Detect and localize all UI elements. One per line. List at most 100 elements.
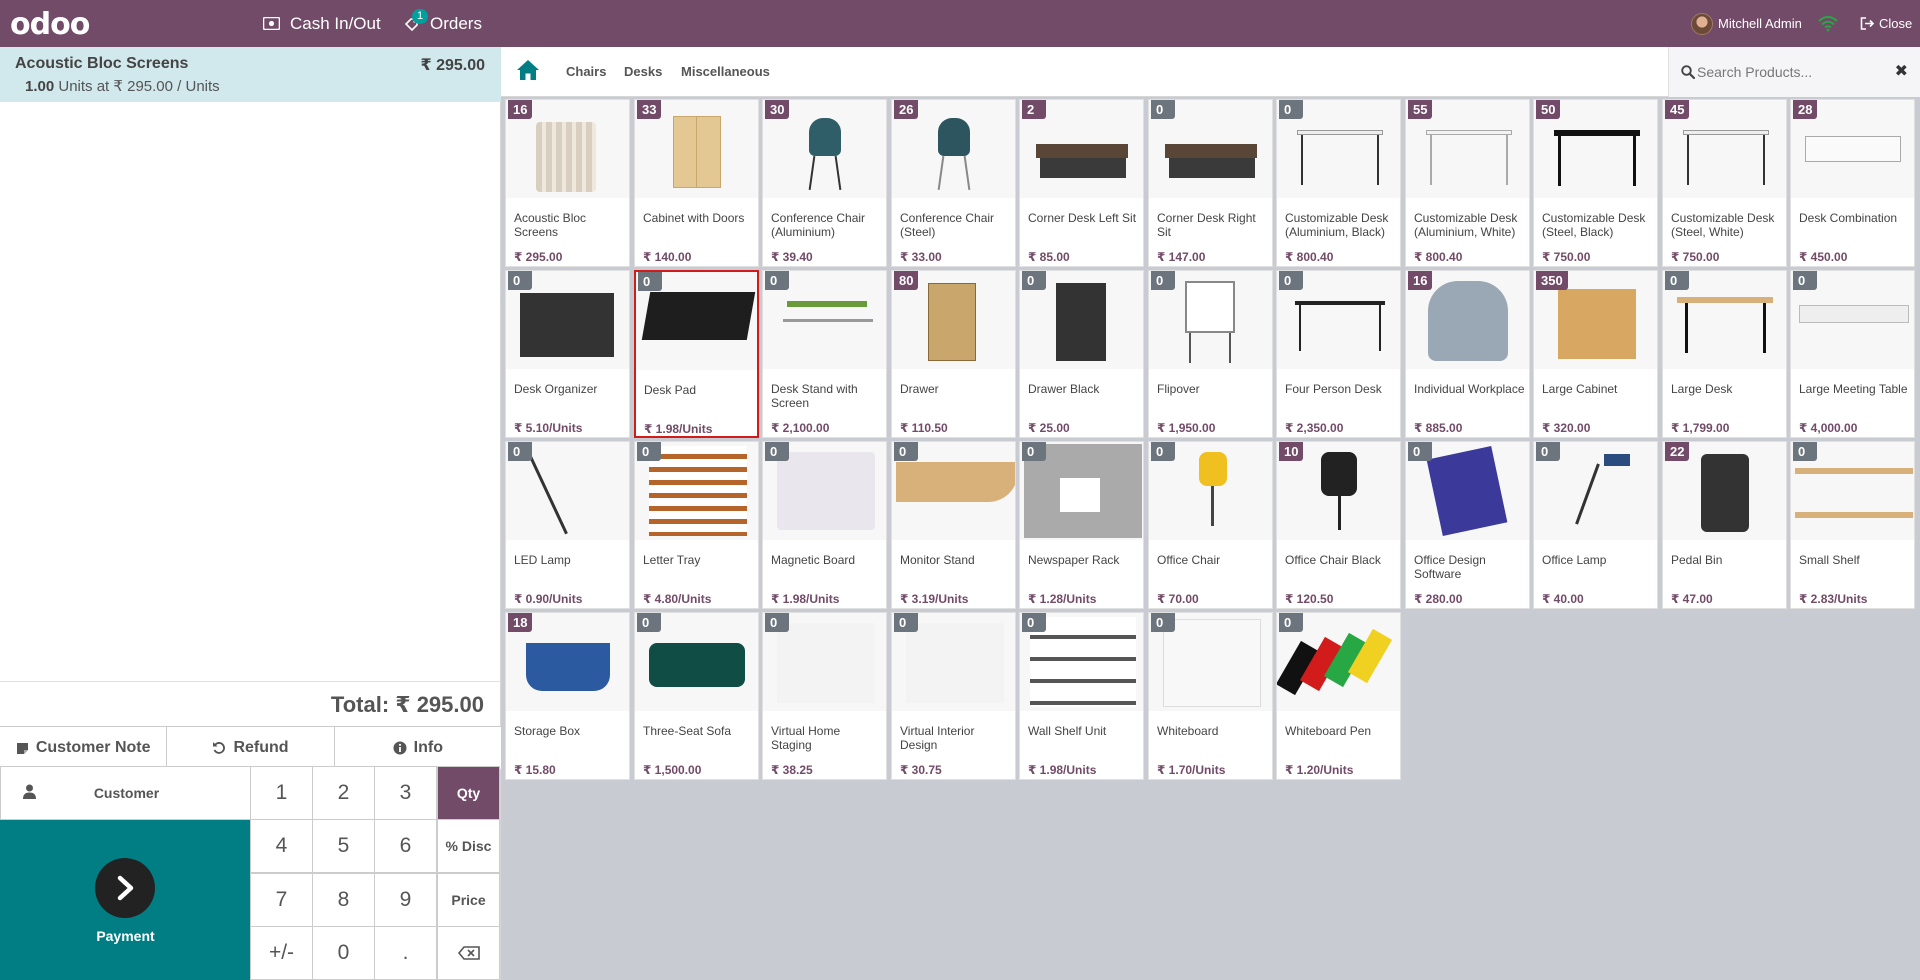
numpad-key-2[interactable]: 2 bbox=[312, 766, 375, 820]
refund-button[interactable]: Refund bbox=[167, 727, 335, 769]
product-stock-badge: 0 bbox=[765, 271, 789, 290]
payment-button[interactable]: Payment bbox=[0, 820, 251, 980]
product-card[interactable]: 22 Pedal Bin ₹ 47.00 bbox=[1662, 441, 1787, 609]
order-line[interactable]: Acoustic Bloc Screens ₹ 295.00 1.00 Unit… bbox=[0, 47, 501, 102]
product-card[interactable]: 28 Desk Combination ₹ 450.00 bbox=[1790, 99, 1915, 267]
product-stock-badge: 0 bbox=[894, 613, 918, 632]
customer-note-button[interactable]: Customer Note bbox=[0, 727, 168, 769]
total-row: Total: ₹ 295.00 bbox=[0, 681, 501, 726]
numpad-key-decimal[interactable]: . bbox=[374, 926, 437, 980]
info-button[interactable]: Info bbox=[334, 727, 501, 769]
product-card[interactable]: 350 Large Cabinet ₹ 320.00 bbox=[1533, 270, 1658, 438]
numpad-mode-qty[interactable]: Qty bbox=[437, 766, 500, 820]
product-card[interactable]: 0 Desk Organizer ₹ 5.10/Units bbox=[505, 270, 630, 438]
product-price: ₹ 320.00 bbox=[1542, 421, 1591, 435]
search-icon bbox=[1681, 65, 1695, 79]
numpad-key-5[interactable]: 5 bbox=[312, 819, 375, 873]
product-price: ₹ 1.70/Units bbox=[1157, 763, 1226, 777]
product-card[interactable]: 0 Small Shelf ₹ 2.83/Units bbox=[1790, 441, 1915, 609]
product-stock-badge: 0 bbox=[1793, 271, 1817, 290]
close-button[interactable]: Close bbox=[1860, 0, 1912, 47]
product-card[interactable]: 0 Virtual Interior Design ₹ 30.75 bbox=[891, 612, 1016, 780]
product-stock-badge: 2 bbox=[1022, 100, 1046, 119]
numpad-key-0[interactable]: 0 bbox=[312, 926, 375, 980]
product-card[interactable]: 0 Drawer Black ₹ 25.00 bbox=[1019, 270, 1144, 438]
category-miscellaneous[interactable]: Miscellaneous bbox=[681, 64, 770, 79]
user-menu[interactable]: Mitchell Admin bbox=[1691, 0, 1802, 47]
product-card[interactable]: 16 Acoustic Bloc Screens ₹ 295.00 bbox=[505, 99, 630, 267]
numpad-key-9[interactable]: 9 bbox=[374, 873, 437, 927]
product-stock-badge: 0 bbox=[1022, 271, 1046, 290]
numpad-key-7[interactable]: 7 bbox=[250, 873, 313, 927]
numpad-mode-price[interactable]: Price bbox=[437, 873, 500, 927]
numpad-key-4[interactable]: 4 bbox=[250, 819, 313, 873]
numpad-mode-discount[interactable]: % Disc bbox=[437, 819, 500, 873]
product-card[interactable]: 0 Monitor Stand ₹ 3.19/Units bbox=[891, 441, 1016, 609]
product-card[interactable]: 0 Desk Pad ₹ 1.98/Units bbox=[634, 270, 759, 438]
product-card[interactable]: 0 Whiteboard ₹ 1.70/Units bbox=[1148, 612, 1273, 780]
product-name: Office Chair Black bbox=[1285, 553, 1381, 567]
customer-note-label: Customer Note bbox=[35, 739, 151, 756]
numpad-key-6[interactable]: 6 bbox=[374, 819, 437, 873]
product-card[interactable]: 0 Letter Tray ₹ 4.80/Units bbox=[634, 441, 759, 609]
product-name: Office Design Software bbox=[1414, 553, 1486, 581]
product-card[interactable]: 0 Four Person Desk ₹ 2,350.00 bbox=[1276, 270, 1401, 438]
category-desks[interactable]: Desks bbox=[624, 64, 662, 79]
numpad-backspace[interactable] bbox=[437, 926, 500, 980]
cash-in-out-button[interactable]: Cash In/Out bbox=[263, 0, 381, 47]
product-card[interactable]: 0 Office Design Software ₹ 280.00 bbox=[1405, 441, 1530, 609]
product-card[interactable]: 80 Drawer ₹ 110.50 bbox=[891, 270, 1016, 438]
clear-search-icon[interactable]: ✖ bbox=[1895, 61, 1908, 81]
product-stock-badge: 0 bbox=[1536, 442, 1560, 461]
product-card[interactable]: 0 Large Desk ₹ 1,799.00 bbox=[1662, 270, 1787, 438]
product-card[interactable]: 18 Storage Box ₹ 15.80 bbox=[505, 612, 630, 780]
product-card[interactable]: 30 Conference Chair (Aluminium) ₹ 39.40 bbox=[762, 99, 887, 267]
order-panel: Acoustic Bloc Screens ₹ 295.00 1.00 Unit… bbox=[0, 47, 501, 980]
product-stock-badge: 0 bbox=[1151, 613, 1175, 632]
product-card[interactable]: 0 Customizable Desk (Aluminium, Black) ₹ 8… bbox=[1276, 99, 1401, 267]
product-card[interactable]: 50 Customizable Desk (Steel, Black) ₹ 750.… bbox=[1533, 99, 1658, 267]
numpad-key-plus-minus[interactable]: +/- bbox=[250, 926, 313, 980]
product-card[interactable]: 0 Three-Seat Sofa ₹ 1,500.00 bbox=[634, 612, 759, 780]
product-card[interactable]: 0 Flipover ₹ 1,950.00 bbox=[1148, 270, 1273, 438]
product-card[interactable]: 0 Large Meeting Table ₹ 4,000.00 bbox=[1790, 270, 1915, 438]
product-card[interactable]: 0 Newspaper Rack ₹ 1.28/Units bbox=[1019, 441, 1144, 609]
product-card[interactable]: 16 Individual Workplace ₹ 885.00 bbox=[1405, 270, 1530, 438]
product-card[interactable]: 0 Wall Shelf Unit ₹ 1.98/Units bbox=[1019, 612, 1144, 780]
product-name: Large Desk bbox=[1671, 382, 1733, 396]
home-icon[interactable] bbox=[516, 59, 540, 81]
product-card[interactable]: 0 Magnetic Board ₹ 1.98/Units bbox=[762, 441, 887, 609]
product-name: Acoustic Bloc Screens bbox=[514, 211, 587, 239]
search-input[interactable] bbox=[1697, 60, 1887, 84]
product-card[interactable]: 2 Corner Desk Left Sit ₹ 85.00 bbox=[1019, 99, 1144, 267]
product-card[interactable]: 55 Customizable Desk (Aluminium, White) ₹ … bbox=[1405, 99, 1530, 267]
product-card[interactable]: 10 Office Chair Black ₹ 120.50 bbox=[1276, 441, 1401, 609]
wifi-status bbox=[1818, 0, 1838, 47]
numpad-key-3[interactable]: 3 bbox=[374, 766, 437, 820]
product-card[interactable]: 45 Customizable Desk (Steel, White) ₹ 750.… bbox=[1662, 99, 1787, 267]
product-card[interactable]: 0 Whiteboard Pen ₹ 1.20/Units bbox=[1276, 612, 1401, 780]
product-stock-badge: 16 bbox=[508, 100, 533, 119]
orders-button[interactable]: Orders bbox=[404, 0, 482, 47]
product-price: ₹ 33.00 bbox=[900, 250, 942, 264]
product-card[interactable]: 0 Corner Desk Right Sit ₹ 147.00 bbox=[1148, 99, 1273, 267]
product-card[interactable]: 26 Conference Chair (Steel) ₹ 33.00 bbox=[891, 99, 1016, 267]
numpad-key-8[interactable]: 8 bbox=[312, 873, 375, 927]
category-chairs[interactable]: Chairs bbox=[566, 64, 606, 79]
product-price: ₹ 147.00 bbox=[1157, 250, 1206, 264]
customer-button[interactable]: Customer bbox=[0, 766, 251, 820]
product-price: ₹ 1.98/Units bbox=[771, 592, 840, 606]
product-card[interactable]: 0 Office Chair ₹ 70.00 bbox=[1148, 441, 1273, 609]
product-card[interactable]: 33 Cabinet with Doors ₹ 140.00 bbox=[634, 99, 759, 267]
product-price: ₹ 885.00 bbox=[1414, 421, 1463, 435]
product-card[interactable]: 0 Desk Stand with Screen ₹ 2,100.00 bbox=[762, 270, 887, 438]
numpad-key-1[interactable]: 1 bbox=[250, 766, 313, 820]
product-price: ₹ 750.00 bbox=[1542, 250, 1591, 264]
product-card[interactable]: 0 Virtual Home Staging ₹ 38.25 bbox=[762, 612, 887, 780]
product-name: Three-Seat Sofa bbox=[643, 724, 732, 738]
numpad: 1 2 3 Qty 4 5 6 % Disc 7 8 9 Price +/- 0… bbox=[250, 766, 501, 980]
order-line-info: 1.00 Units at ₹ 295.00 / Units bbox=[25, 77, 220, 95]
product-name: Conference Chair (Aluminium) bbox=[771, 211, 866, 239]
product-card[interactable]: 0 Office Lamp ₹ 40.00 bbox=[1533, 441, 1658, 609]
product-card[interactable]: 0 LED Lamp ₹ 0.90/Units bbox=[505, 441, 630, 609]
